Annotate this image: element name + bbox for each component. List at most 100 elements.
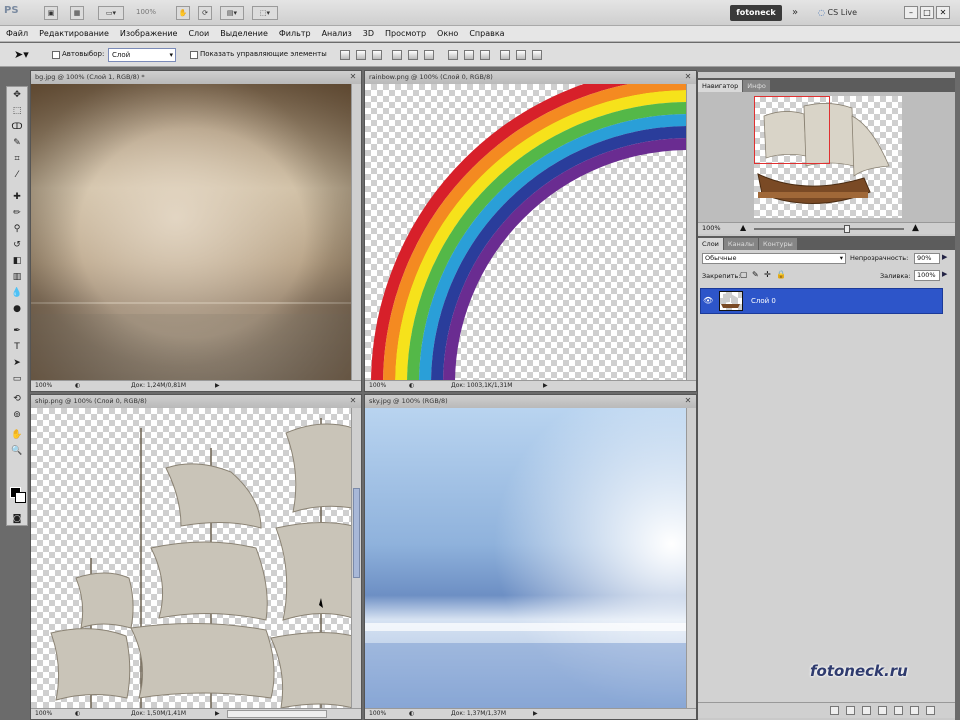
- navigator-zoom-value[interactable]: 100%: [702, 224, 721, 232]
- delete-layer-icon[interactable]: [926, 706, 935, 715]
- clone-stamp-tool-icon[interactable]: ⚲: [10, 223, 24, 235]
- tab-navigator[interactable]: Навигатор: [698, 80, 743, 92]
- zoom-level[interactable]: 100%: [35, 381, 52, 391]
- document-tab-ship[interactable]: ship.png @ 100% (Слой 0, RGB/8): [31, 395, 361, 408]
- document-tab-bg[interactable]: bg.jpg @ 100% (Слой 1, RGB/8) *: [31, 71, 361, 84]
- menu-help[interactable]: Справка: [469, 29, 504, 38]
- status-menu-arrow-icon[interactable]: ▶: [215, 381, 220, 391]
- more-workspaces-chevron-icon[interactable]: »: [792, 7, 798, 18]
- distribute-bottom-icon[interactable]: [480, 50, 490, 60]
- canvas-bg[interactable]: [31, 84, 351, 380]
- align-vcenter-icon[interactable]: [356, 50, 366, 60]
- maximize-button[interactable]: □: [920, 6, 934, 19]
- layer-row[interactable]: 👁 Слой 0: [700, 288, 943, 314]
- close-icon[interactable]: ✕: [683, 72, 693, 82]
- close-button[interactable]: ✕: [936, 6, 950, 19]
- gradient-tool-icon[interactable]: ▥: [10, 271, 24, 283]
- rectangle-tool-icon[interactable]: ▭: [10, 373, 24, 385]
- eye-visibility-icon[interactable]: 👁: [703, 296, 713, 305]
- document-tab-rainbow[interactable]: rainbow.png @ 100% (Слой 0, RGB/8): [365, 71, 696, 84]
- blur-tool-icon[interactable]: 💧: [10, 287, 24, 299]
- vertical-scrollbar[interactable]: [686, 84, 696, 380]
- layer-style-icon[interactable]: [846, 706, 855, 715]
- brush-tool-icon[interactable]: ✏: [10, 207, 24, 219]
- navigator-thumbnail[interactable]: [754, 96, 902, 218]
- history-brush-tool-icon[interactable]: ↺: [10, 239, 24, 251]
- quick-mask-icon[interactable]: ◙: [10, 513, 24, 525]
- menu-view[interactable]: Просмотр: [385, 29, 426, 38]
- fill-field[interactable]: 100%: [914, 270, 940, 281]
- dodge-tool-icon[interactable]: ●: [10, 303, 24, 315]
- distribute-left-icon[interactable]: [500, 50, 510, 60]
- distribute-vcenter-icon[interactable]: [464, 50, 474, 60]
- menu-layers[interactable]: Слои: [188, 29, 209, 38]
- pen-tool-icon[interactable]: ✒: [10, 325, 24, 337]
- menu-file[interactable]: Файл: [6, 29, 28, 38]
- layer-name[interactable]: Слой 0: [751, 297, 776, 305]
- align-left-icon[interactable]: [392, 50, 402, 60]
- close-icon[interactable]: ✕: [348, 396, 358, 406]
- move-tool-icon[interactable]: ✥: [10, 89, 24, 101]
- 3d-rotate-tool-icon[interactable]: ⟲: [10, 393, 24, 405]
- lock-position-icon[interactable]: ✛: [764, 270, 771, 279]
- mini-bridge-icon[interactable]: ▦: [70, 6, 84, 20]
- new-layer-icon[interactable]: [910, 706, 919, 715]
- scrollbar-thumb[interactable]: [353, 488, 360, 578]
- fill-arrow-icon[interactable]: ▶: [942, 270, 947, 278]
- bridge-icon[interactable]: ▣: [44, 6, 58, 20]
- vertical-scrollbar[interactable]: [351, 408, 361, 708]
- status-menu-arrow-icon[interactable]: ▶: [533, 709, 538, 719]
- slider-handle[interactable]: [844, 225, 850, 233]
- tab-layers[interactable]: Слои: [698, 238, 723, 250]
- lock-all-icon[interactable]: 🔒: [776, 270, 786, 279]
- canvas-ship[interactable]: [31, 408, 351, 708]
- zoom-level[interactable]: 100%: [35, 709, 52, 719]
- canvas-sky[interactable]: [365, 408, 686, 708]
- rotate-view-icon[interactable]: ⟳: [198, 6, 212, 20]
- type-tool-icon[interactable]: T: [10, 341, 24, 353]
- align-right-icon[interactable]: [424, 50, 434, 60]
- status-menu-arrow-icon[interactable]: ▶: [543, 381, 548, 391]
- navigator-view-box[interactable]: [754, 96, 830, 164]
- menu-image[interactable]: Изображение: [120, 29, 178, 38]
- opacity-arrow-icon[interactable]: ▶: [942, 253, 947, 261]
- close-icon[interactable]: ✕: [348, 72, 358, 82]
- eyedropper-tool-icon[interactable]: ⁄: [10, 169, 24, 181]
- workspace-button[interactable]: fotoneck: [730, 5, 782, 21]
- distribute-hcenter-icon[interactable]: [516, 50, 526, 60]
- align-hcenter-icon[interactable]: [408, 50, 418, 60]
- auto-select-dropdown[interactable]: Слой ▾: [108, 48, 176, 62]
- document-window-rainbow[interactable]: rainbow.png @ 100% (Слой 0, RGB/8) ✕ 100…: [364, 70, 697, 392]
- adjustment-layer-icon[interactable]: [878, 706, 887, 715]
- distribute-right-icon[interactable]: [532, 50, 542, 60]
- document-window-sky[interactable]: sky.jpg @ 100% (RGB/8) ✕ 100% ◐ Док: 1,3…: [364, 394, 697, 720]
- align-bottom-icon[interactable]: [372, 50, 382, 60]
- close-icon[interactable]: ✕: [683, 396, 693, 406]
- menu-select[interactable]: Выделение: [220, 29, 268, 38]
- vertical-scrollbar[interactable]: [686, 408, 696, 708]
- opacity-field[interactable]: 90%: [914, 253, 940, 264]
- zoom-tool-icon[interactable]: 🔍: [10, 445, 24, 457]
- crop-tool-icon[interactable]: ⌗: [10, 153, 24, 165]
- document-window-ship[interactable]: ship.png @ 100% (Слой 0, RGB/8) ✕ 100% ◐…: [30, 394, 362, 720]
- tab-channels[interactable]: Каналы: [723, 238, 759, 250]
- zoom-out-icon[interactable]: ▲: [740, 223, 746, 232]
- lock-transparent-icon[interactable]: ▢: [740, 270, 748, 279]
- blend-mode-dropdown[interactable]: Обычные ▾: [702, 253, 846, 264]
- zoom-select[interactable]: 100%: [136, 8, 156, 16]
- navigator-zoom-slider[interactable]: [754, 225, 904, 233]
- lasso-tool-icon[interactable]: ↀ: [10, 121, 24, 133]
- canvas-rainbow[interactable]: [365, 84, 686, 380]
- link-layers-icon[interactable]: [830, 706, 839, 715]
- new-group-icon[interactable]: [894, 706, 903, 715]
- layer-mask-icon[interactable]: [862, 706, 871, 715]
- path-selection-tool-icon[interactable]: ➤: [10, 357, 24, 369]
- marquee-tool-icon[interactable]: ⬚: [10, 105, 24, 117]
- menu-window[interactable]: Окно: [437, 29, 458, 38]
- menu-edit[interactable]: Редактирование: [39, 29, 109, 38]
- minimize-button[interactable]: –: [904, 6, 918, 19]
- auto-select-checkbox[interactable]: [52, 51, 60, 59]
- hand-tool-icon[interactable]: ✋: [10, 429, 24, 441]
- document-tab-sky[interactable]: sky.jpg @ 100% (RGB/8): [365, 395, 696, 408]
- zoom-level[interactable]: 100%: [369, 381, 386, 391]
